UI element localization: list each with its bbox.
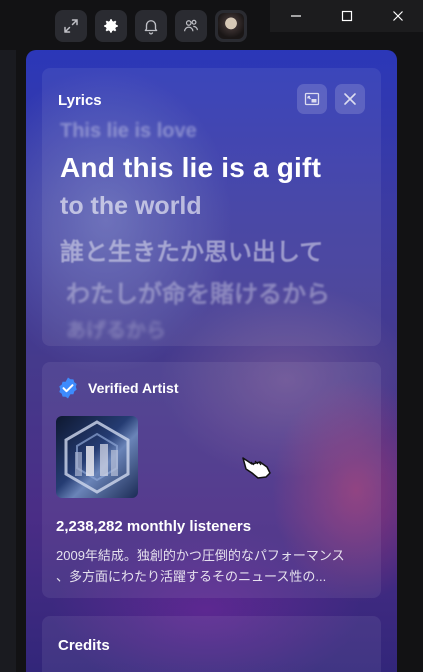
app-window: Lyrics This lie is love And this lie is … [0,0,423,672]
lyrics-popout-button[interactable] [297,84,327,114]
window-controls [270,0,423,32]
lyrics-card[interactable]: Lyrics This lie is love And this lie is … [42,68,381,346]
minimize-button[interactable] [270,0,321,32]
maximize-button[interactable] [321,0,372,32]
about-artist-card[interactable]: Verified Artist 2,238,282 monthly listen… [42,362,381,598]
profile-button[interactable] [215,10,247,42]
artist-photo [64,420,130,494]
settings-button[interactable] [95,10,127,42]
verified-artist-label: Verified Artist [88,380,179,396]
friends-icon [184,19,198,32]
verified-artist-row: Verified Artist [56,376,179,400]
lyrics-title: Lyrics [58,92,102,109]
lyrics-close-button[interactable] [335,84,365,114]
artist-bio[interactable]: 2009年結成。独創的かつ圧倒的なパフォーマンス 、多方面にわたり活躍するそのニ… [56,545,372,587]
picture-in-picture-icon [304,92,320,106]
lyric-line-active[interactable]: And this lie is a gift [60,152,321,184]
monthly-listeners: 2,238,282 monthly listeners [56,518,252,535]
artist-image[interactable] [56,416,138,498]
avatar [218,13,244,39]
now-playing-panel: Lyrics This lie is love And this lie is … [26,50,397,672]
close-icon [392,11,403,21]
main-view-edge [0,50,16,672]
gear-icon [104,19,118,33]
lyric-line[interactable]: わたしが命を賭けるから [66,274,330,309]
hand-cursor-icon [242,457,271,479]
expand-icon [64,19,78,33]
lyric-line[interactable]: to the world [60,192,202,221]
credits-card[interactable]: Credits [42,616,381,672]
artist-bio-line: 、多方面にわたり活躍するそのニュース性の... [56,569,327,584]
notifications-button[interactable] [135,10,167,42]
lyric-line[interactable]: This lie is love [60,120,197,143]
credits-title: Credits [58,637,110,654]
verified-badge-icon [59,377,77,399]
fullscreen-button[interactable] [55,10,87,42]
bell-icon [144,20,158,35]
lyric-line[interactable]: 誰と生きたか思い出して [60,232,323,267]
close-window-button[interactable] [372,0,423,32]
artist-bio-line: 2009年結成。独創的かつ圧倒的なパフォーマンス [56,548,345,563]
lyric-line[interactable]: あげるから [66,314,166,343]
friend-activity-button[interactable] [175,10,207,42]
close-icon [344,93,356,105]
minimize-icon [290,15,301,17]
maximize-icon [341,10,352,22]
